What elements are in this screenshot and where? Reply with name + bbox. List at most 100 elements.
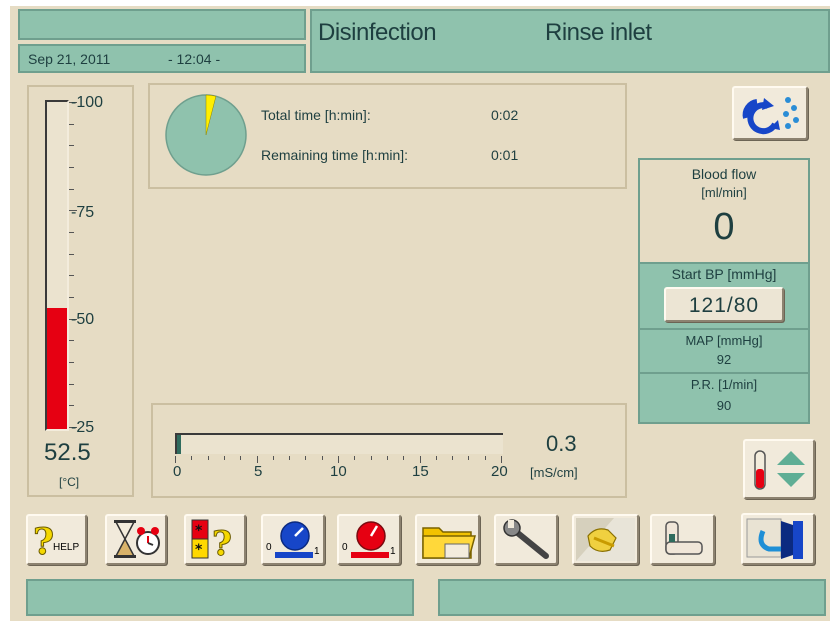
temperature-fill [47, 308, 67, 429]
progress-pie [165, 94, 247, 176]
red-gauge-zero: 0 [342, 542, 348, 553]
red-gauge-one: 1 [390, 546, 396, 557]
temp-tick [69, 167, 74, 168]
temp-label-25: -25 [71, 419, 95, 436]
svg-text:?: ? [212, 524, 232, 563]
cond-tick [223, 456, 225, 460]
temp-tick [69, 253, 74, 255]
timer-button[interactable] [105, 514, 167, 565]
cond-tick [191, 456, 193, 460]
alarm-help-button[interactable]: * * ? [184, 514, 246, 565]
thermometer-tube [45, 100, 69, 431]
start-bp-section: Start BP [mmHg] 121/80 [640, 262, 808, 328]
disinfection-cycle-icon [742, 97, 799, 135]
folder-button[interactable] [415, 514, 480, 565]
temperature-value: 52.5 [44, 439, 91, 466]
blood-flow-title: Blood flow [691, 166, 757, 182]
cond-tick [386, 456, 388, 460]
help-label: HELP [53, 542, 80, 553]
svg-text:*: * [195, 542, 203, 558]
cond-tick-15: 15 [412, 463, 429, 480]
temp-tick [69, 383, 74, 385]
exit-icon [746, 518, 803, 559]
cond-tick [272, 456, 274, 460]
cond-tick-5: 5 [254, 463, 263, 480]
help-icon: ? [33, 521, 55, 564]
dialysis-screen: Sep 21, 2011 - 12:04 - Disinfection Rins… [10, 6, 830, 621]
step-title: Rinse inlet [545, 19, 652, 46]
wrench-icon [503, 519, 549, 559]
temp-tick [69, 123, 74, 125]
temperature-unit: [°C] [59, 475, 80, 489]
exit-button[interactable] [741, 513, 815, 565]
cond-tick [207, 456, 209, 460]
temp-tick [69, 145, 74, 147]
cond-tick [452, 456, 454, 460]
temp-tick [69, 297, 74, 298]
svg-text:?: ? [33, 521, 54, 563]
help-button[interactable]: ? HELP [26, 514, 87, 565]
total-time-label: Total time [h:min]: [261, 107, 371, 123]
temp-tick [69, 340, 74, 342]
cond-tick [501, 456, 502, 463]
cond-tick [468, 456, 470, 460]
blood-flow-value: 0 [713, 206, 735, 248]
cond-tick [403, 456, 405, 460]
blue-gauge-button[interactable]: 0 1 [261, 514, 325, 565]
temperature-adjust-icon [754, 450, 805, 490]
timer-icon [114, 520, 160, 558]
start-bp-button[interactable]: 121/80 [664, 287, 784, 322]
cleaning-button[interactable] [572, 514, 639, 565]
start-bp-value: 121/80 [688, 294, 760, 317]
temp-label-75: -75 [71, 204, 95, 221]
mode-title: Disinfection [318, 19, 437, 46]
pulse-rate-section: P.R. [1/min] 90 [640, 372, 808, 422]
date-label: Sep 21, 2011 [28, 51, 111, 67]
temperature-scale [69, 102, 79, 428]
cond-tick [484, 456, 486, 460]
cond-tick [240, 456, 242, 460]
cond-tick-20: 20 [491, 463, 508, 480]
cond-tick [370, 456, 372, 460]
alarm-help-icon: * * ? [191, 519, 232, 563]
date-time-bar: Sep 21, 2011 - 12:04 - [18, 44, 306, 73]
map-value: 92 [716, 352, 732, 367]
blue-gauge-one: 1 [314, 546, 320, 557]
cond-tick-0: 0 [173, 463, 182, 480]
disinfection-cycle-button[interactable] [732, 86, 808, 140]
cond-tick [419, 456, 421, 463]
cond-tick [321, 456, 323, 460]
red-gauge-button[interactable]: 0 1 [337, 514, 401, 565]
cond-tick-10: 10 [330, 463, 347, 480]
remaining-time-label: Remaining time [h:min]: [261, 147, 409, 163]
status-bar-bottom-right [438, 579, 826, 616]
service-button[interactable] [494, 514, 558, 565]
remaining-time-value: 0:01 [491, 147, 519, 163]
cond-tick [435, 456, 437, 460]
time-label: - 12:04 - [168, 51, 221, 67]
status-bar-top-left [18, 9, 306, 40]
cond-tick [305, 456, 307, 460]
conductivity-bar [175, 433, 503, 454]
arm-icon [665, 521, 703, 555]
blood-flow-unit: [ml/min] [701, 185, 747, 200]
temp-label-100: -100 [71, 94, 104, 111]
cond-tick [338, 456, 339, 463]
cond-tick [289, 456, 291, 460]
map-section: MAP [mmHg] 92 [640, 328, 808, 372]
temp-tick [69, 188, 74, 190]
cond-tick [256, 456, 258, 463]
conductivity-panel: 0 5 10 15 20 0.3 [mS/cm] [151, 403, 627, 498]
status-bar-bottom-left [26, 579, 414, 616]
conductivity-unit: [mS/cm] [530, 465, 578, 480]
patient-arm-button[interactable] [650, 514, 715, 565]
map-label: MAP [mmHg] [685, 333, 763, 348]
folder-icon [422, 527, 476, 559]
cond-tick [354, 456, 356, 460]
cond-tick [175, 456, 176, 463]
temp-tick [69, 362, 74, 363]
cleaning-icon [576, 518, 635, 561]
total-time-value: 0:02 [491, 107, 519, 123]
pulse-rate-label: P.R. [1/min] [690, 377, 758, 392]
temperature-adjust-button[interactable] [743, 439, 815, 499]
